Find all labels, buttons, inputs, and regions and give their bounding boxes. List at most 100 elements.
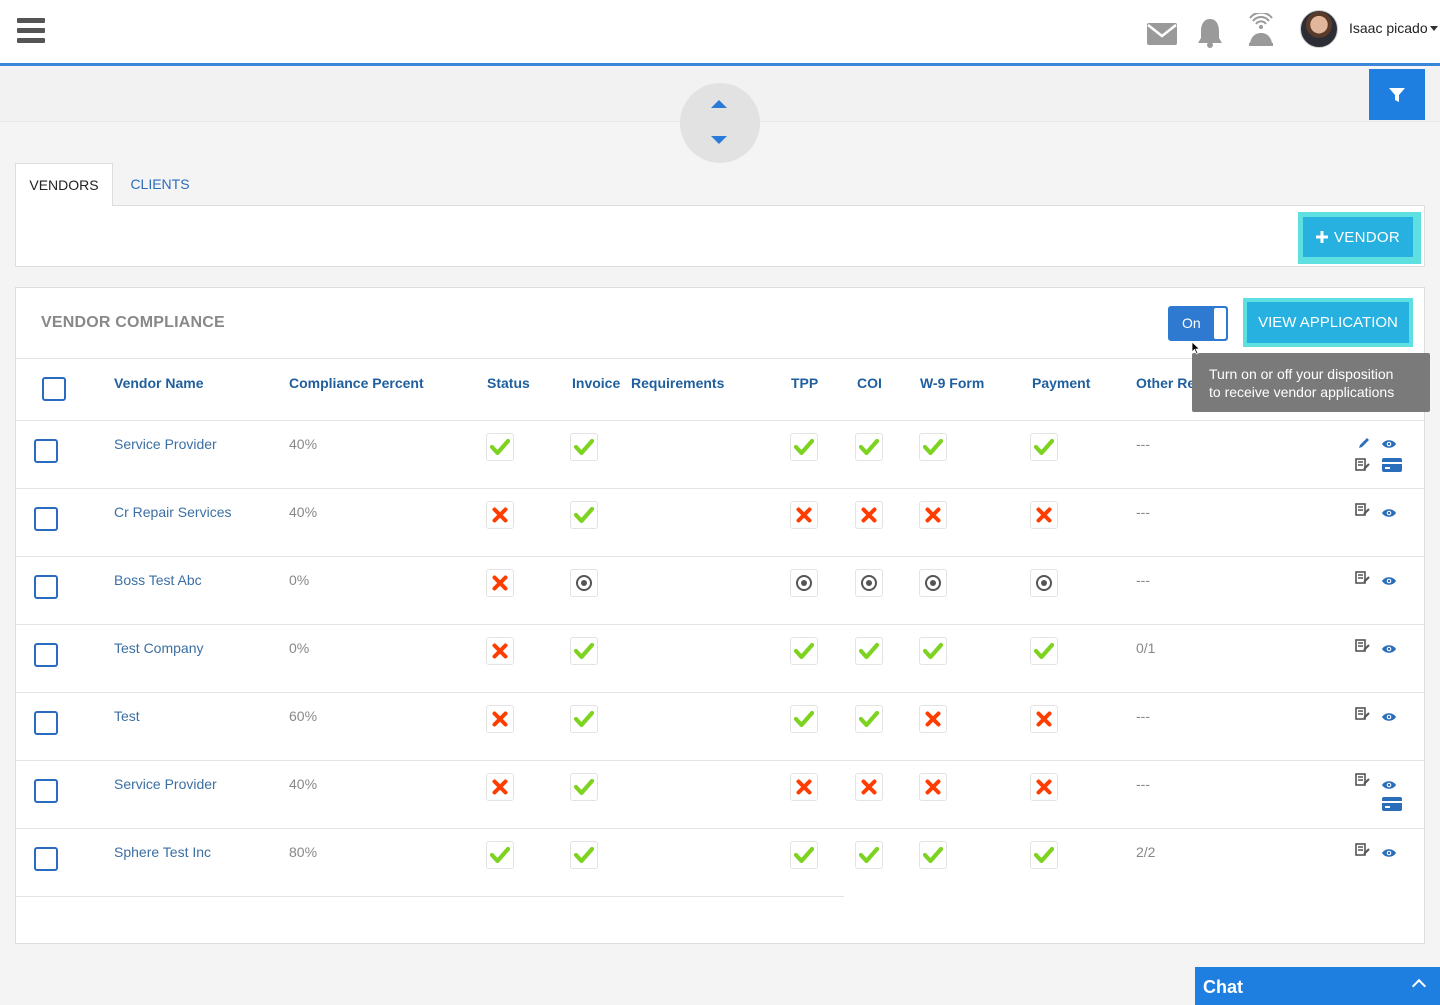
col-status[interactable]: Status — [487, 375, 530, 391]
row-checkbox[interactable] — [34, 643, 58, 667]
view-eye-icon[interactable] — [1381, 710, 1399, 726]
view-eye-icon[interactable] — [1381, 778, 1399, 794]
row-checkbox[interactable] — [34, 847, 58, 871]
col-status-cross-icon — [486, 569, 514, 597]
row-divider — [16, 692, 1424, 693]
col-invoice-pending-circle-icon — [570, 569, 598, 597]
filter-button[interactable] — [1369, 69, 1425, 120]
vendor-name-link[interactable]: Cr Repair Services — [114, 504, 231, 520]
col-tpp[interactable]: TPP — [791, 375, 818, 391]
chevron-down-icon — [711, 136, 727, 144]
col-status-cross-icon — [486, 637, 514, 665]
chevron-up-icon[interactable] — [1411, 978, 1427, 994]
compliance-percent: 0% — [289, 572, 310, 588]
row-checkbox[interactable] — [34, 779, 58, 803]
vendor-name-link[interactable]: Service Provider — [114, 776, 217, 792]
vendor-name-link[interactable]: Sphere Test Inc — [114, 844, 211, 860]
vendor-name-link[interactable]: Test Company — [114, 640, 203, 656]
payment-card-icon[interactable] — [1382, 458, 1402, 474]
view-eye-icon[interactable] — [1381, 642, 1399, 658]
vendor-name-link[interactable]: Service Provider — [114, 436, 217, 452]
other-requirements-value: --- — [1136, 776, 1150, 792]
col-requirements[interactable]: Requirements — [631, 375, 724, 391]
view-application-button[interactable]: VIEW APPLICATION — [1247, 302, 1409, 343]
col-payment-cross-icon — [1030, 773, 1058, 801]
col-status-cross-icon — [486, 501, 514, 529]
user-name[interactable]: Isaac picado — [1349, 20, 1428, 36]
col-coi-cross-icon — [855, 773, 883, 801]
tab-vendors[interactable]: VENDORS — [15, 163, 113, 206]
compliance-percent: 40% — [289, 776, 318, 792]
add-vendor-highlight: VENDOR — [1298, 212, 1421, 264]
col-w9-check-icon — [919, 433, 947, 461]
row-checkbox[interactable] — [34, 439, 58, 463]
col-invoice-check-icon — [570, 841, 598, 869]
col-coi-check-icon — [855, 637, 883, 665]
vendor-toolbar-panel — [15, 205, 1425, 267]
col-invoice[interactable]: Invoice — [572, 375, 620, 391]
view-eye-icon[interactable] — [1381, 506, 1399, 522]
col-invoice-check-icon — [570, 433, 598, 461]
col-tpp-check-icon — [790, 637, 818, 665]
col-coi-check-icon — [855, 705, 883, 733]
tooltip-line: Turn on or off your disposition — [1209, 366, 1394, 382]
col-compliance-percent[interactable]: Compliance Percent — [289, 375, 424, 391]
notes-icon[interactable] — [1355, 503, 1373, 519]
broadcast-icon[interactable] — [1246, 13, 1276, 47]
col-coi-cross-icon — [855, 501, 883, 529]
mail-icon[interactable] — [1146, 22, 1178, 46]
add-vendor-button[interactable]: VENDOR — [1303, 217, 1413, 257]
chevron-down-icon[interactable] — [1430, 26, 1438, 31]
col-coi[interactable]: COI — [857, 375, 882, 391]
menu-icon[interactable] — [17, 18, 45, 46]
notes-icon[interactable] — [1355, 458, 1373, 474]
row-checkbox[interactable] — [34, 575, 58, 599]
compliance-percent: 80% — [289, 844, 318, 860]
notes-icon[interactable] — [1355, 571, 1373, 587]
col-tpp-check-icon — [790, 705, 818, 733]
col-w9-check-icon — [919, 841, 947, 869]
row-checkbox[interactable] — [34, 711, 58, 735]
row-checkbox[interactable] — [34, 507, 58, 531]
col-status-cross-icon — [486, 773, 514, 801]
row-divider — [16, 760, 1424, 761]
col-status-cross-icon — [486, 705, 514, 733]
col-vendor-name[interactable]: Vendor Name — [114, 375, 203, 391]
col-payment[interactable]: Payment — [1032, 375, 1090, 391]
avatar[interactable] — [1300, 10, 1338, 48]
col-coi-check-icon — [855, 841, 883, 869]
row-divider — [16, 624, 1424, 625]
divider — [16, 420, 1424, 421]
chat-widget[interactable]: Chat — [1195, 967, 1440, 1005]
vendor-name-link[interactable]: Test — [114, 708, 140, 724]
other-requirements-value: --- — [1136, 504, 1150, 520]
col-w9-cross-icon — [919, 705, 947, 733]
col-tpp-check-icon — [790, 433, 818, 461]
vendor-name-link[interactable]: Boss Test Abc — [114, 572, 202, 588]
disposition-toggle[interactable]: On — [1168, 306, 1228, 341]
notes-icon[interactable] — [1355, 639, 1373, 655]
collapse-toggle-button[interactable] — [680, 83, 760, 163]
col-tpp-cross-icon — [790, 773, 818, 801]
payment-card-icon[interactable] — [1382, 797, 1402, 813]
view-eye-icon[interactable] — [1381, 574, 1399, 590]
bell-icon[interactable] — [1196, 17, 1224, 49]
notes-icon[interactable] — [1355, 707, 1373, 723]
other-requirements-value: --- — [1136, 436, 1150, 452]
view-eye-icon[interactable] — [1381, 437, 1399, 453]
top-bar: Isaac picado — [0, 0, 1440, 66]
col-payment-check-icon — [1030, 433, 1058, 461]
tab-clients[interactable]: CLIENTS — [113, 163, 207, 205]
edit-icon[interactable] — [1357, 436, 1375, 452]
col-status-check-icon — [486, 841, 514, 869]
select-all-checkbox[interactable] — [42, 377, 66, 401]
filter-icon — [1389, 87, 1405, 102]
col-other-requirements[interactable]: Other Re — [1136, 375, 1195, 391]
view-eye-icon[interactable] — [1381, 846, 1399, 862]
col-payment-cross-icon — [1030, 705, 1058, 733]
notes-icon[interactable] — [1355, 843, 1373, 859]
notes-icon[interactable] — [1355, 773, 1373, 789]
col-w9-form[interactable]: W-9 Form — [920, 375, 984, 391]
other-requirements-value: 0/1 — [1136, 640, 1156, 656]
divider — [16, 896, 844, 897]
